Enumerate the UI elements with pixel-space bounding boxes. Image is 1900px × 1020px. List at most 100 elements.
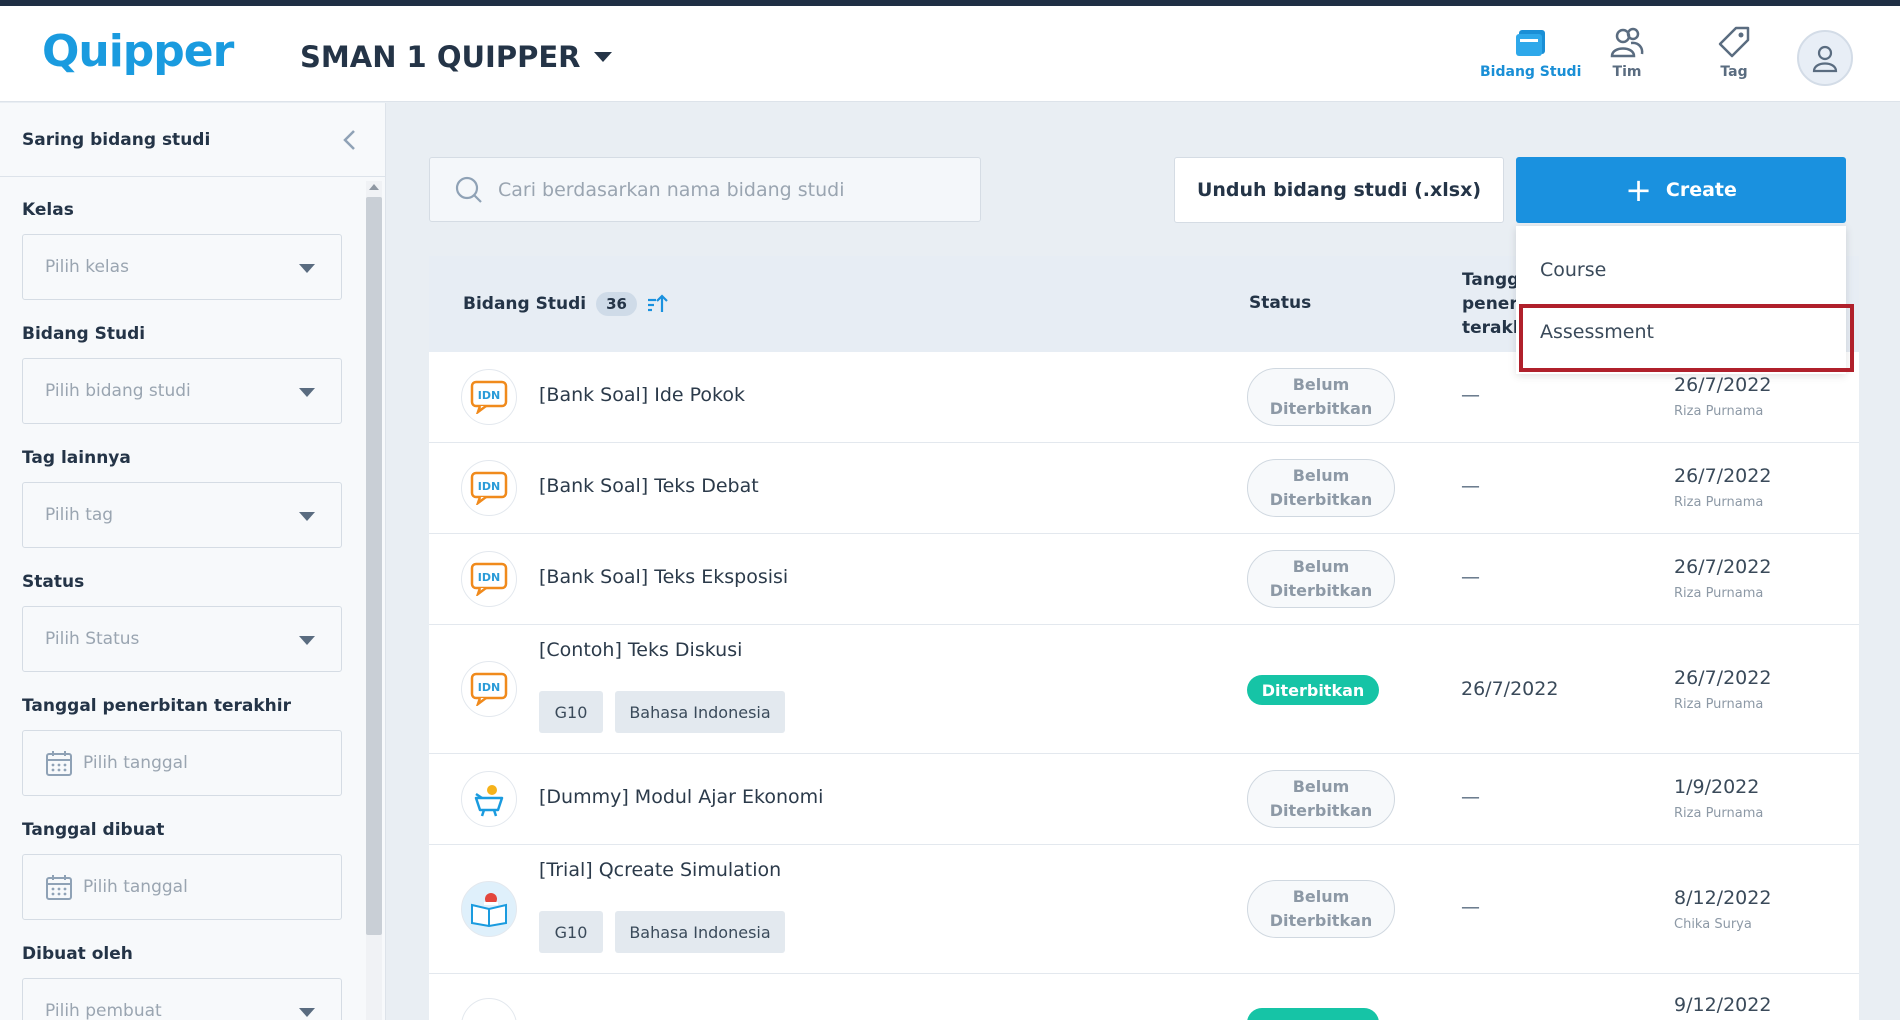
filter-bidang: Bidang Studi Pilih bidang studi: [22, 324, 342, 424]
create-label: Create: [1665, 179, 1737, 201]
filter-bidang-label: Bidang Studi: [22, 324, 146, 344]
tag-icon: [1718, 26, 1750, 58]
filter-creator: Dibuat oleh Pilih pembuat: [22, 944, 342, 1020]
school-name: SMAN 1 QUIPPER: [300, 40, 581, 74]
filter-creator-label: Dibuat oleh: [22, 944, 133, 964]
published-date: —: [1461, 384, 1480, 406]
table-row[interactable]: IDN [Bank Soal] Teks Eksposisi Belum Dite…: [429, 534, 1859, 625]
econ-subject-icon: [461, 771, 517, 827]
caret-down-icon: [299, 388, 315, 397]
chevron-left-icon[interactable]: [337, 127, 363, 153]
download-xlsx-button[interactable]: Unduh bidang studi (.xlsx): [1174, 157, 1504, 223]
created-date: 26/7/2022: [1674, 556, 1772, 578]
user-avatar[interactable]: [1797, 30, 1853, 86]
tag-select[interactable]: Pilih tag: [22, 482, 342, 548]
filter-tag: Tag lainnya Pilih tag: [22, 448, 342, 548]
table-row[interactable]: IDN [Contoh] Teks Diskusi G10 Bahasa Ind…: [429, 625, 1859, 754]
idn-subject-icon: IDN: [461, 551, 517, 607]
idn-subject-icon: IDN: [461, 661, 517, 717]
status-line1: Belum: [1292, 375, 1350, 394]
creator-select[interactable]: Pilih pembuat: [22, 978, 342, 1020]
row-title[interactable]: [Bank Soal] Ide Pokok: [539, 384, 745, 406]
subject-count-badge: 36: [596, 292, 637, 316]
created-date: 1/9/2022: [1674, 776, 1760, 798]
quipper-logo[interactable]: Quipper: [42, 26, 234, 77]
kelas-placeholder: Pilih kelas: [45, 257, 129, 277]
status-badge-published: Diterbitkan: [1247, 675, 1379, 705]
pubdate-header-line2: penerb: [1462, 294, 1522, 314]
filter-created-label: Tanggal dibuat: [22, 820, 165, 840]
calendar-icon: [46, 751, 72, 776]
search-input[interactable]: Cari berdasarkan nama bidang studi: [429, 157, 981, 222]
subject-icon: [461, 998, 517, 1020]
created-date: 26/7/2022: [1674, 465, 1772, 487]
kelas-select[interactable]: Pilih kelas: [22, 234, 342, 300]
col-pubdate-header: Tangga penerb terakh: [1462, 268, 1522, 340]
created-date: 26/7/2022: [1674, 667, 1772, 689]
tag-placeholder: Pilih tag: [45, 505, 114, 525]
creator-placeholder: Pilih pembuat: [45, 1001, 162, 1020]
created-placeholder: Pilih tanggal: [83, 877, 188, 897]
create-dropdown-menu: Course Assessment: [1516, 226, 1846, 374]
filter-pubdate-label: Tanggal penerbitan terakhir: [22, 696, 291, 716]
table-row[interactable]: 9/12/2022: [429, 974, 1859, 1020]
nav-team[interactable]: Tim: [1609, 24, 1645, 80]
pubdate-header-line3: terakh: [1462, 318, 1522, 338]
status-line2: Diterbitkan: [1269, 911, 1373, 930]
row-title[interactable]: [Contoh] Teks Diskusi: [539, 639, 742, 661]
grade-chip: G10: [539, 691, 603, 733]
nav-team-label: Tim: [1612, 64, 1642, 80]
team-icon: [1610, 27, 1644, 58]
filter-status-label: Status: [22, 572, 85, 592]
user-icon: [1812, 45, 1838, 73]
table-row[interactable]: [Dummy] Modul Ajar Ekonomi Belum Diterbit…: [429, 754, 1859, 845]
caret-down-icon: [299, 1008, 315, 1017]
row-title[interactable]: [Trial] Qcreate Simulation: [539, 859, 781, 881]
svg-text:IDN: IDN: [478, 480, 500, 493]
school-selector[interactable]: SMAN 1 QUIPPER: [300, 40, 613, 74]
nav-subjects[interactable]: Bidang Studi: [1480, 24, 1581, 80]
sort-icon[interactable]: [645, 292, 671, 316]
table-row[interactable]: IDN [Bank Soal] Teks Debat Belum Diterbit…: [429, 443, 1859, 534]
created-by: Chika Surya: [1674, 917, 1752, 932]
filter-sidebar: Saring bidang studi Kelas Pilih kelas Bi…: [0, 103, 386, 1020]
create-button[interactable]: + Create: [1516, 157, 1846, 223]
books-icon: [1515, 30, 1545, 56]
col-status-header: Status: [1249, 293, 1312, 313]
pubdate-placeholder: Pilih tanggal: [83, 753, 188, 773]
sidebar-header: Saring bidang studi: [0, 103, 385, 177]
grade-chip: G10: [539, 911, 603, 953]
filter-tag-label: Tag lainnya: [22, 448, 131, 468]
caret-down-icon: [299, 636, 315, 645]
created-by: Riza Purnama: [1674, 404, 1764, 419]
status-line2: Diterbitkan: [1269, 490, 1373, 509]
chevron-down-icon: [594, 52, 613, 62]
published-date: —: [1461, 566, 1480, 588]
table-row[interactable]: [Trial] Qcreate Simulation G10 Bahasa In…: [429, 845, 1859, 974]
search-icon: [455, 176, 482, 203]
book-subject-icon: [461, 881, 517, 937]
row-title[interactable]: [Bank Soal] Teks Eksposisi: [539, 566, 788, 588]
row-title[interactable]: [Dummy] Modul Ajar Ekonomi: [539, 786, 823, 808]
status-badge: Belum Diterbitkan: [1247, 880, 1395, 938]
svg-text:IDN: IDN: [478, 571, 500, 584]
pubdate-picker[interactable]: Pilih tanggal: [22, 730, 342, 796]
col-subject-header[interactable]: Bidang Studi 36: [463, 292, 671, 316]
created-by: Riza Purnama: [1674, 806, 1764, 821]
sidebar-title: Saring bidang studi: [22, 129, 211, 150]
menu-item-assessment[interactable]: Assessment: [1516, 302, 1846, 362]
sidebar-scroll-thumb[interactable]: [366, 197, 382, 935]
svg-text:IDN: IDN: [478, 389, 500, 402]
pubdate-header-line1: Tangga: [1462, 270, 1522, 290]
status-line2: Diterbitkan: [1269, 581, 1373, 600]
scroll-up-icon[interactable]: [369, 184, 379, 190]
created-date-picker[interactable]: Pilih tanggal: [22, 854, 342, 920]
status-badge: Belum Diterbitkan: [1247, 368, 1395, 426]
menu-item-course[interactable]: Course: [1516, 240, 1846, 300]
nav-tag[interactable]: Tag: [1716, 24, 1752, 80]
row-title[interactable]: [Bank Soal] Teks Debat: [539, 475, 759, 497]
bidang-select[interactable]: Pilih bidang studi: [22, 358, 342, 424]
status-select[interactable]: Pilih Status: [22, 606, 342, 672]
svg-text:IDN: IDN: [478, 681, 500, 694]
nav-subjects-label: Bidang Studi: [1480, 64, 1582, 80]
